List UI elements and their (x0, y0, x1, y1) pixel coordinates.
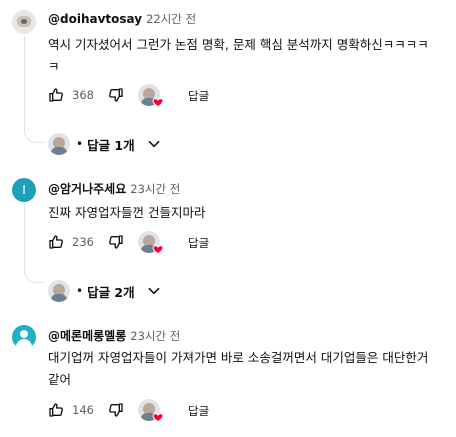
comment-author[interactable]: @암거나주세요 23시간 전 (48, 180, 180, 197)
thumbs-down-icon[interactable] (108, 234, 124, 250)
separator-dot: • (76, 284, 84, 298)
thumbs-up-icon[interactable] (48, 402, 64, 418)
like-count: 236 (72, 235, 94, 249)
thumbs-up-icon[interactable] (48, 87, 64, 103)
view-replies-button[interactable]: • 답글 1개 (48, 132, 161, 156)
comment-text: 대기업꺼 자영업자들이 가져가면 바로 소송걸꺼면서 대기업들은 대단한거 같어 (48, 350, 429, 387)
thumbs-down-icon[interactable] (108, 402, 124, 418)
reply-button[interactable]: 답글 (188, 403, 209, 419)
avatar[interactable] (12, 10, 36, 34)
heart-icon (152, 97, 164, 108)
avatar[interactable]: I (12, 178, 36, 202)
chevron-down-icon (148, 140, 160, 148)
creator-avatar (48, 133, 70, 155)
like-count: 146 (72, 403, 94, 417)
reply-button[interactable]: 답글 (188, 88, 209, 104)
replies-label: 답글 1개 (87, 137, 135, 153)
comment-text: 역시 기자셨어서 그런가 논점 명확, 문제 핵심 분석까지 명확하신ㅋㅋㅋㅋ … (48, 37, 429, 74)
comment-time[interactable]: 23시간 전 (130, 329, 180, 343)
thread-elbow (24, 128, 45, 143)
replies-label: 답글 2개 (87, 284, 135, 300)
heart-icon (152, 244, 164, 255)
thread-line (24, 36, 25, 128)
reply-button[interactable]: 답글 (188, 235, 209, 251)
comment-author[interactable]: @메론메롱멜롱 23시간 전 (48, 327, 180, 344)
view-replies-button[interactable]: • 답글 2개 (48, 279, 161, 303)
creator-avatar (48, 280, 70, 302)
comment-text: 진짜 자영업자들껀 건들지마라 (48, 205, 206, 220)
heart-icon (152, 412, 164, 423)
separator-dot: • (76, 137, 84, 151)
thread-line (24, 204, 25, 268)
thumbs-up-icon[interactable] (48, 234, 64, 250)
comment-time[interactable]: 22시간 전 (146, 12, 196, 26)
person-avatar-icon[interactable] (12, 325, 36, 349)
thread-elbow (24, 268, 45, 283)
thumbs-down-icon[interactable] (108, 87, 124, 103)
like-count: 368 (72, 88, 94, 102)
comment-time[interactable]: 23시간 전 (130, 182, 180, 196)
chevron-down-icon (148, 287, 160, 295)
comment-author[interactable]: @doihavtosay 22시간 전 (48, 11, 196, 27)
